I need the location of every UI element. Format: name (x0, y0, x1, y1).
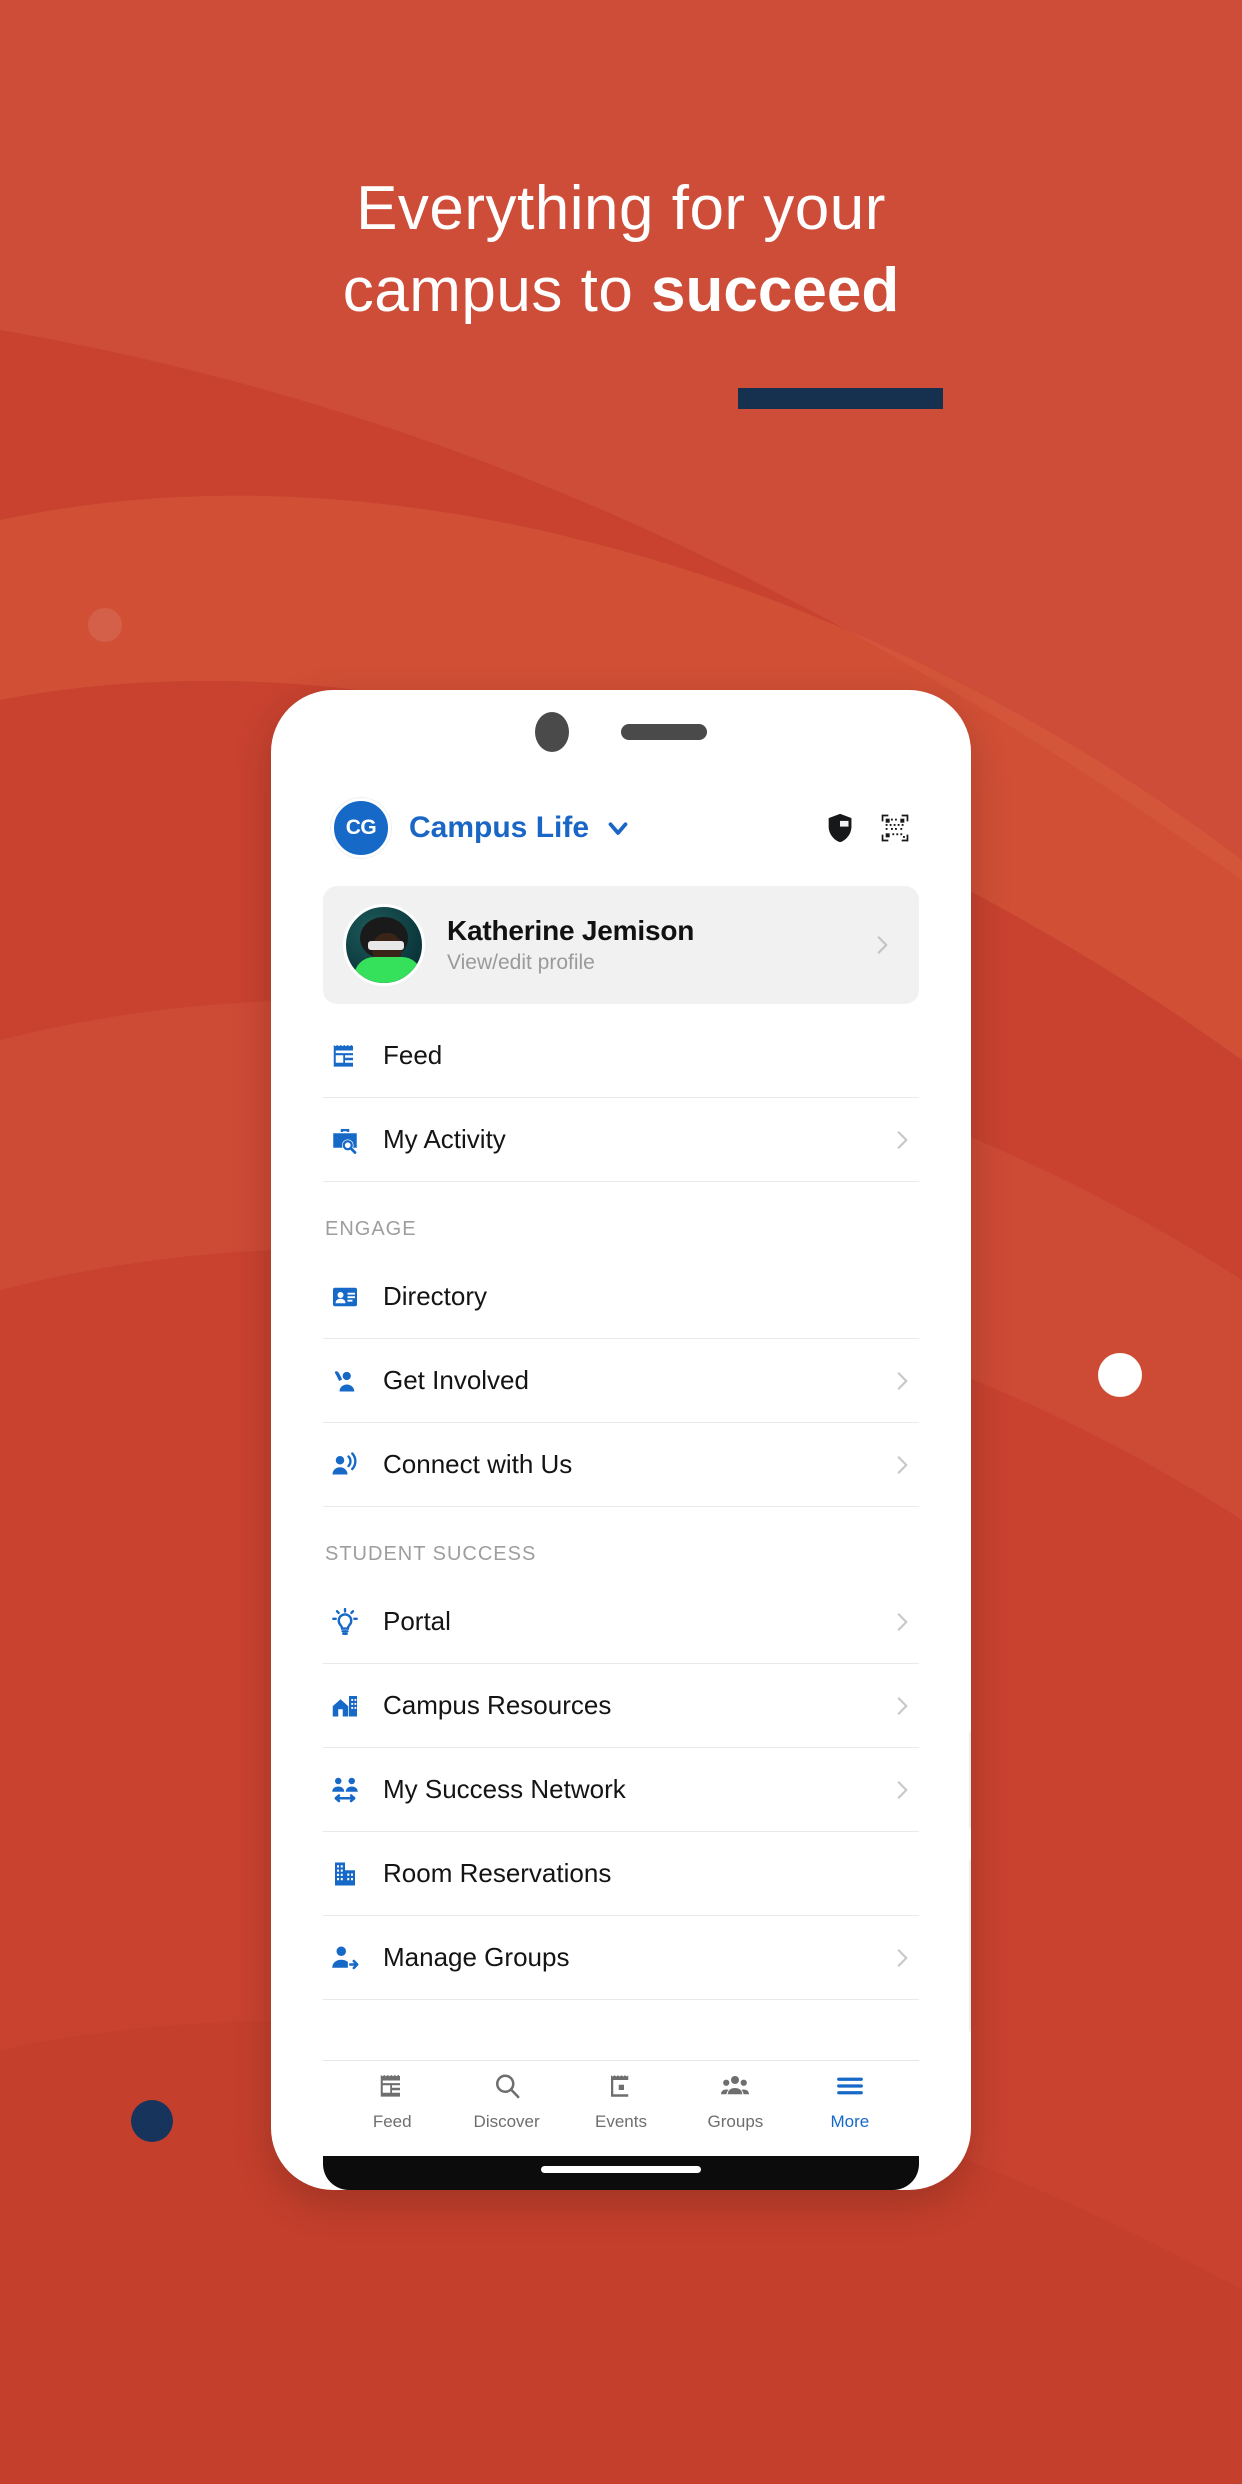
menu-item-manage-groups[interactable]: Manage Groups (323, 1916, 919, 2000)
phone-mockup: CG Campus Life Katherine Jemison View/ed… (271, 690, 971, 2190)
contact-card-icon (323, 1282, 367, 1312)
menu-item-label: Portal (383, 1606, 451, 1636)
tab-label: Feed (372, 2112, 412, 2131)
menu-item-room-reservations[interactable]: Room Reservations (323, 1832, 919, 1916)
menu-item-label: Get Involved (383, 1365, 529, 1395)
menu-item-my-activity[interactable]: My Activity (323, 1098, 919, 1182)
phone-top-bezel (271, 690, 971, 774)
chevron-down-icon[interactable] (603, 813, 633, 843)
menu-item-label: Connect with Us (383, 1449, 573, 1479)
tab-feed[interactable]: Feed (335, 2071, 449, 2132)
tab-events[interactable]: Events (564, 2071, 678, 2132)
menu-item-label: Campus Resources (383, 1690, 612, 1720)
shield-icon[interactable] (823, 811, 857, 845)
avatar-glasses (368, 941, 404, 950)
section-label-student-success: STUDENT SUCCESS (325, 1543, 537, 1565)
menu-item-connect-with-us[interactable]: Connect with Us (323, 1423, 919, 1507)
menu-item-label: Directory (383, 1281, 488, 1311)
bottom-tab-bar: Feed Discover Events Groups More (323, 2060, 919, 2144)
hero-accent-bar (738, 388, 943, 409)
menu-item-label: Feed (383, 1040, 443, 1070)
main-menu: Feed My Activity ENGAGE Directory Get Involv… (323, 1014, 919, 2000)
chevron-right-icon (889, 1945, 919, 1971)
app-header: CG Campus Life (323, 774, 919, 878)
menu-item-campus-resources[interactable]: Campus Resources (323, 1664, 919, 1748)
tab-label: Groups (707, 2112, 764, 2131)
hero-headline-line-2: campus to succeed (0, 250, 1242, 332)
hero-headline-plain: campus to (342, 256, 652, 325)
chevron-right-icon (889, 1452, 919, 1478)
phone-side-button-volume-down (969, 1858, 971, 2033)
home-indicator-area (323, 2156, 919, 2190)
briefcase-search-icon (323, 1125, 367, 1155)
feed-icon (323, 1041, 367, 1071)
campus-logo-text: CG (345, 816, 377, 839)
chevron-right-icon (889, 1777, 919, 1803)
decorative-dot-navy (131, 2100, 173, 2142)
phone-side-button-volume-up (969, 1730, 971, 1830)
chevron-right-icon (889, 1127, 919, 1153)
profile-card[interactable]: Katherine Jemison View/edit profile (323, 886, 919, 1004)
avatar (343, 904, 425, 986)
menu-item-my-success-network[interactable]: My Success Network (323, 1748, 919, 1832)
menu-item-label: My Success Network (383, 1774, 626, 1804)
campus-logo: CG (331, 798, 391, 858)
earpiece-speaker (621, 724, 707, 740)
chevron-right-icon (889, 1693, 919, 1719)
tab-label: Discover (473, 2112, 540, 2131)
profile-text: Katherine Jemison View/edit profile (447, 915, 869, 975)
menu-item-portal[interactable]: Portal (323, 1580, 919, 1664)
tab-more[interactable]: More (793, 2071, 907, 2132)
menu-item-get-involved[interactable]: Get Involved (323, 1339, 919, 1423)
feed-icon (377, 2071, 407, 2106)
menu-item-label: My Activity (383, 1124, 506, 1154)
section-label-engage: ENGAGE (325, 1218, 417, 1240)
tab-discover[interactable]: Discover (449, 2071, 563, 2132)
tab-label: Events (595, 2112, 647, 2131)
campus-building-icon (323, 1691, 367, 1721)
hamburger-icon (834, 2071, 866, 2106)
tab-groups[interactable]: Groups (678, 2071, 792, 2132)
calendar-icon (606, 2071, 636, 2106)
people-icon (720, 2071, 750, 2106)
org-name: Campus Life (409, 811, 590, 844)
menu-item-label: Manage Groups (383, 1942, 570, 1972)
office-building-icon (323, 1859, 367, 1889)
menu-item-label: Room Reservations (383, 1858, 612, 1888)
people-network-icon (323, 1775, 367, 1805)
hero-headline-line-1: Everything for your (356, 174, 886, 243)
hero-headline-emphasis: succeed (651, 256, 900, 325)
raised-hand-person-icon (323, 1366, 367, 1396)
promo-screenshot: Everything for your campus to succeed CG… (0, 0, 1242, 2484)
avatar-shirt (354, 957, 422, 983)
decorative-dot-white (1098, 1353, 1142, 1397)
lightbulb-icon (323, 1607, 367, 1637)
menu-item-feed[interactable]: Feed (323, 1014, 919, 1098)
search-icon (492, 2071, 522, 2106)
chevron-right-icon (889, 1368, 919, 1394)
profile-subtitle: View/edit profile (447, 951, 595, 974)
hero-headline: Everything for your campus to succeed (0, 168, 1242, 332)
menu-item-directory[interactable]: Directory (323, 1255, 919, 1339)
home-indicator[interactable] (541, 2166, 701, 2173)
front-camera-icon (535, 712, 569, 752)
tab-label: More (830, 2112, 870, 2131)
chevron-right-icon (869, 932, 899, 958)
chevron-right-icon (889, 1609, 919, 1635)
profile-name: Katherine Jemison (447, 915, 695, 946)
decorative-dot-pale (88, 608, 122, 642)
phone-screen: CG Campus Life Katherine Jemison View/ed… (323, 774, 919, 2144)
qr-code-icon[interactable] (879, 812, 911, 844)
person-broadcast-icon (323, 1450, 367, 1480)
person-add-icon (323, 1943, 367, 1973)
